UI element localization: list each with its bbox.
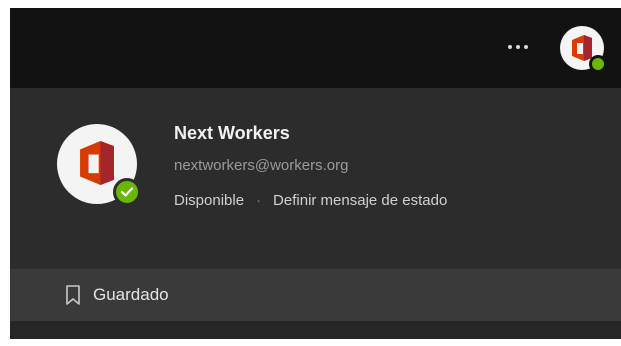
more-horizontal-icon — [508, 45, 528, 49]
profile-card: Next Workers nextworkers@workers.org Dis… — [10, 88, 621, 269]
saved-menu-item[interactable]: Guardado — [10, 269, 621, 321]
status-row: Disponible · Definir mensaje de estado — [174, 192, 447, 209]
more-options-button[interactable] — [501, 32, 535, 62]
status-separator: · — [256, 192, 262, 209]
bottom-divider — [10, 321, 621, 339]
profile-avatar — [57, 124, 141, 206]
top-bar — [10, 8, 621, 88]
user-name: Next Workers — [174, 123, 290, 143]
profile-popup: Next Workers nextworkers@workers.org Dis… — [10, 8, 621, 339]
bookmark-icon — [65, 284, 81, 306]
presence-status-dropdown[interactable]: Disponible — [174, 192, 244, 209]
set-status-message-link[interactable]: Definir mensaje de estado — [273, 192, 447, 209]
user-email: nextworkers@workers.org — [174, 157, 349, 174]
presence-available-indicator — [589, 55, 607, 73]
account-avatar-button[interactable] — [560, 26, 607, 73]
office-logo-icon — [80, 141, 114, 185]
checkmark-icon — [120, 187, 134, 197]
presence-available-badge — [113, 178, 141, 206]
saved-label: Guardado — [93, 285, 169, 304]
